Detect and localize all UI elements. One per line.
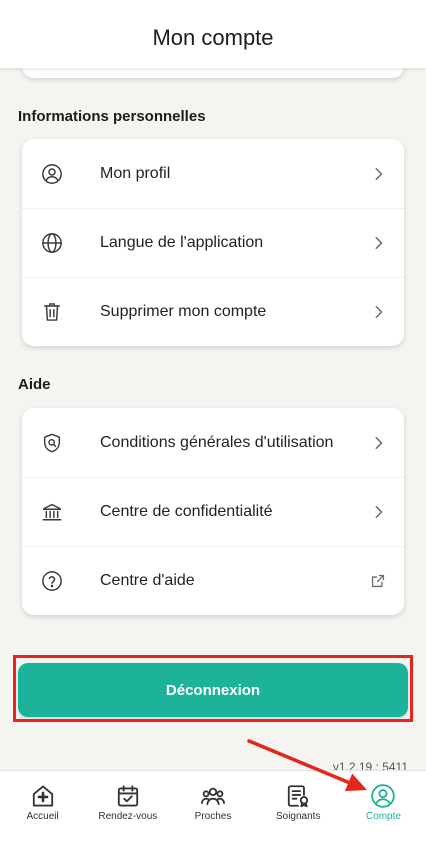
tab-label: Soignants [275,811,321,822]
personal-info-card: Mon profil Langue de l'application Suppr… [22,139,404,346]
chevron-right-icon [374,236,383,250]
menu-item-language[interactable]: Langue de l'application [22,208,404,277]
home-plus-icon [30,783,56,809]
menu-item-label: Mon profil [100,164,171,182]
section-title-help: Aide [18,376,51,393]
globe-icon [41,232,63,254]
menu-item-label: Centre d'aide [100,572,195,589]
section-title-personal-info: Informations personnelles [18,108,206,125]
page-title: Mon compte [152,25,274,50]
logout-button[interactable]: Déconnexion [18,663,408,717]
menu-item-help-center[interactable]: Centre d'aide [22,546,404,615]
app-header: Mon compte [0,0,426,68]
tab-rendez-vous[interactable]: Rendez-vous [85,771,170,852]
chevron-right-icon [374,436,383,450]
people-group-icon [200,783,226,809]
tab-label: Rendez-vous [98,811,158,822]
external-link-icon [371,574,385,588]
tab-proches[interactable]: Proches [170,771,255,852]
calendar-check-icon [115,783,141,809]
menu-item-privacy-center[interactable]: Centre de confidentialité [22,477,404,546]
tab-accueil[interactable]: Accueil [0,771,85,852]
help-card: Conditions générales d'utilisation Centr… [22,408,404,615]
shield-search-icon [41,432,63,454]
chevron-right-icon [374,167,383,181]
menu-item-label: Conditions générales d'utilisation [100,433,334,451]
user-circle-icon [41,163,63,185]
chevron-right-icon [374,505,383,519]
menu-item-label: Centre de confidentialité [100,503,273,520]
menu-item-delete-account[interactable]: Supprimer mon compte [22,277,404,346]
tab-compte[interactable]: Compte [341,771,426,852]
bank-icon [41,501,63,523]
tab-soignants[interactable]: Soignants [256,771,341,852]
user-circle-icon [370,783,396,809]
caregiver-card-icon [285,783,311,809]
menu-item-terms[interactable]: Conditions générales d'utilisation [22,408,404,477]
tab-label: Compte [365,811,401,822]
trash-icon [41,301,63,323]
tab-label: Proches [194,811,232,822]
tab-label: Accueil [26,811,59,822]
menu-item-label: Supprimer mon compte [100,303,267,320]
chevron-right-icon [374,305,383,319]
bottom-tab-bar: Accueil Rendez-vous Proches Soignants Co… [0,770,426,852]
help-circle-icon [41,570,63,592]
menu-item-profile[interactable]: Mon profil [22,139,404,208]
menu-item-label: Langue de l'application [100,234,264,251]
